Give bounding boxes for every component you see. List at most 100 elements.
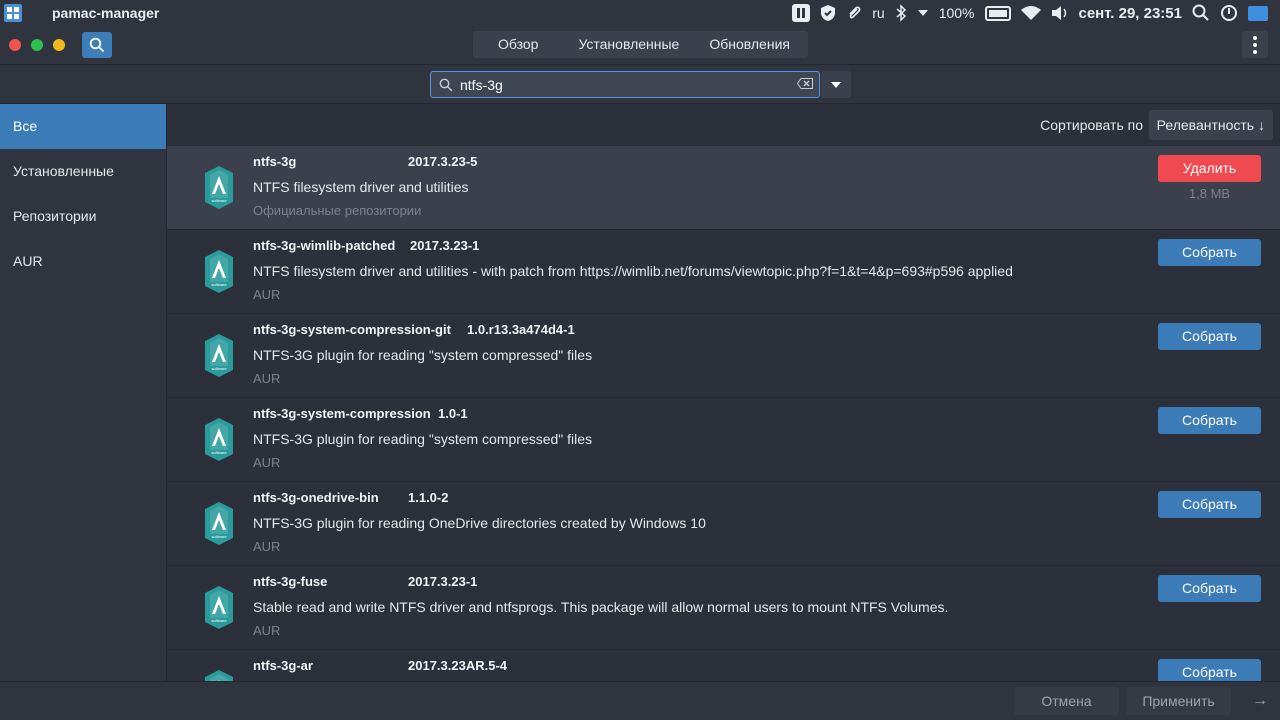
- package-icon: software: [205, 502, 233, 545]
- package-icon-label: software: [211, 198, 227, 203]
- sidebar-item-all[interactable]: Все: [0, 104, 166, 149]
- search-input[interactable]: [458, 75, 782, 94]
- header-bar: Обзор Установленные Обновления: [0, 26, 1280, 65]
- package-repository: AUR: [253, 455, 281, 470]
- clock[interactable]: сент. 29, 23:51: [1079, 5, 1183, 22]
- build-button[interactable]: Собрать: [1158, 659, 1261, 681]
- package-version: 2017.3.23-1: [408, 574, 478, 589]
- app-menu-icon[interactable]: [4, 4, 22, 22]
- remove-button[interactable]: Удалить: [1158, 155, 1261, 182]
- wifi-icon[interactable]: [1020, 5, 1041, 21]
- package-row[interactable]: software ntfs-3g 2017.3.23-5 NTFS filesyste…: [167, 146, 1280, 230]
- build-button[interactable]: Собрать: [1158, 407, 1261, 434]
- package-icon: software: [205, 586, 233, 629]
- dropdown-arrow-icon[interactable]: [917, 8, 929, 18]
- package-name: ntfs-3g: [253, 154, 297, 169]
- cancel-button[interactable]: Отмена: [1014, 687, 1119, 715]
- chevron-down-icon: [831, 81, 841, 88]
- paperclip-icon[interactable]: [846, 4, 862, 22]
- package-name: ntfs-3g-fuse: [253, 574, 328, 589]
- shield-icon[interactable]: [820, 4, 836, 22]
- package-name: ntfs-3g-wimlib-patched: [253, 238, 396, 253]
- package-version: 2017.3.23AR.5-4: [408, 658, 508, 673]
- package-name: ntfs-3g-onedrive-bin: [253, 490, 379, 505]
- package-row[interactable]: software ntfs-3g-wimlib-patched 2017.3.23-…: [167, 230, 1280, 314]
- build-button[interactable]: Собрать: [1158, 575, 1261, 602]
- package-version: 2017.3.23-5: [408, 154, 478, 169]
- apply-button[interactable]: Применить: [1126, 687, 1231, 715]
- minimize-window-button[interactable]: [53, 39, 65, 51]
- package-icon: software: [205, 418, 233, 461]
- package-repository: AUR: [253, 539, 281, 554]
- tab-updates[interactable]: Обновления: [692, 31, 803, 58]
- package-name: ntfs-3g-system-compression: [253, 406, 431, 421]
- search-options-button[interactable]: [821, 71, 851, 98]
- package-icon-label: software: [211, 450, 227, 455]
- search-icon[interactable]: [1192, 4, 1210, 22]
- clear-search-icon[interactable]: [797, 78, 813, 89]
- battery-icon[interactable]: [984, 5, 1011, 21]
- package-version: 1.0-1: [438, 406, 468, 421]
- folder-icon[interactable]: [1248, 5, 1268, 21]
- power-icon[interactable]: [1220, 4, 1238, 22]
- package-repository: AUR: [253, 287, 281, 302]
- volume-icon[interactable]: [1051, 5, 1069, 21]
- build-button[interactable]: Собрать: [1158, 491, 1261, 518]
- sort-bar: Сортировать по Релевантность ↓: [167, 104, 1280, 146]
- tab-overview[interactable]: Обзор: [473, 31, 565, 58]
- package-repository: Официальные репозитории: [253, 203, 422, 218]
- package-row[interactable]: software ntfs-3g-system-compression-git 1.…: [167, 314, 1280, 398]
- top-panel: pamac-manager ru 100% сент. 29, 23:51: [0, 0, 1280, 26]
- footer-bar: Отмена Применить →: [0, 681, 1280, 720]
- search-toggle-button[interactable]: [82, 32, 112, 58]
- view-tabs: Обзор Установленные Обновления: [473, 31, 808, 58]
- sidebar: Все Установленные Репозитории AUR: [0, 104, 167, 681]
- package-size: 1,8 MB: [1188, 186, 1231, 201]
- arrow-right-icon[interactable]: →: [1252, 692, 1268, 710]
- package-name: ntfs-3g-system-compression-git: [253, 322, 451, 337]
- build-button[interactable]: Собрать: [1158, 323, 1261, 350]
- package-row[interactable]: software ntfs-3g-onedrive-bin 1.1.0-2 NTFS-…: [167, 482, 1280, 566]
- sort-label: Сортировать по: [1040, 117, 1143, 133]
- sidebar-item-repositories[interactable]: Репозитории: [0, 194, 166, 239]
- tab-installed[interactable]: Установленные: [565, 31, 692, 58]
- package-icon-label: software: [211, 618, 227, 623]
- package-icon: software: [205, 670, 233, 681]
- sidebar-item-aur[interactable]: AUR: [0, 239, 166, 284]
- package-description: NTFS-3G plugin for reading "system compr…: [253, 347, 593, 363]
- menu-button[interactable]: [1242, 31, 1268, 58]
- package-version: 1.0.r13.3a474d4-1: [467, 322, 575, 337]
- maximize-window-button[interactable]: [31, 39, 43, 51]
- keyboard-layout[interactable]: ru: [872, 5, 884, 21]
- build-button[interactable]: Собрать: [1158, 239, 1261, 266]
- package-repository: AUR: [253, 623, 281, 638]
- package-list: software ntfs-3g 2017.3.23-5 NTFS filesyste…: [167, 146, 1280, 681]
- system-tray: ru 100% сент. 29, 23:51: [792, 0, 1280, 26]
- package-description: NTFS filesystem driver and utilities: [253, 179, 469, 195]
- search-bar: [0, 65, 1280, 104]
- package-icon: software: [205, 166, 233, 209]
- package-row[interactable]: software ntfs-3g-system-compression 1.0-1 N…: [167, 398, 1280, 482]
- package-version: 1.1.0-2: [408, 490, 449, 505]
- package-icon-label: software: [211, 366, 227, 371]
- sidebar-item-installed[interactable]: Установленные: [0, 149, 166, 194]
- search-icon: [89, 37, 105, 53]
- package-icon: software: [205, 250, 233, 293]
- package-icon: software: [205, 334, 233, 377]
- package-name: ntfs-3g-ar: [253, 658, 313, 673]
- package-icon-label: software: [211, 282, 227, 287]
- sort-dropdown[interactable]: Релевантность ↓: [1148, 110, 1273, 140]
- package-list-area: Сортировать по Релевантность ↓ software n…: [167, 104, 1280, 681]
- arrow-down-icon: ↓: [1258, 117, 1265, 133]
- package-description: NTFS-3G plugin for reading "system compr…: [253, 431, 593, 447]
- search-field-container: [430, 71, 820, 98]
- package-description: NTFS filesystem driver and utilities - w…: [253, 263, 1013, 279]
- sort-value: Релевантность: [1156, 117, 1255, 133]
- active-app-name[interactable]: pamac-manager: [52, 5, 159, 21]
- package-repository: AUR: [253, 371, 281, 386]
- pause-icon[interactable]: [792, 4, 811, 22]
- bluetooth-icon[interactable]: [895, 4, 907, 22]
- package-row[interactable]: software ntfs-3g-fuse 2017.3.23-1 Stable re…: [167, 566, 1280, 650]
- close-window-button[interactable]: [9, 39, 21, 51]
- package-row[interactable]: software ntfs-3g-ar 2017.3.23AR.5-4 Собрать: [167, 650, 1280, 681]
